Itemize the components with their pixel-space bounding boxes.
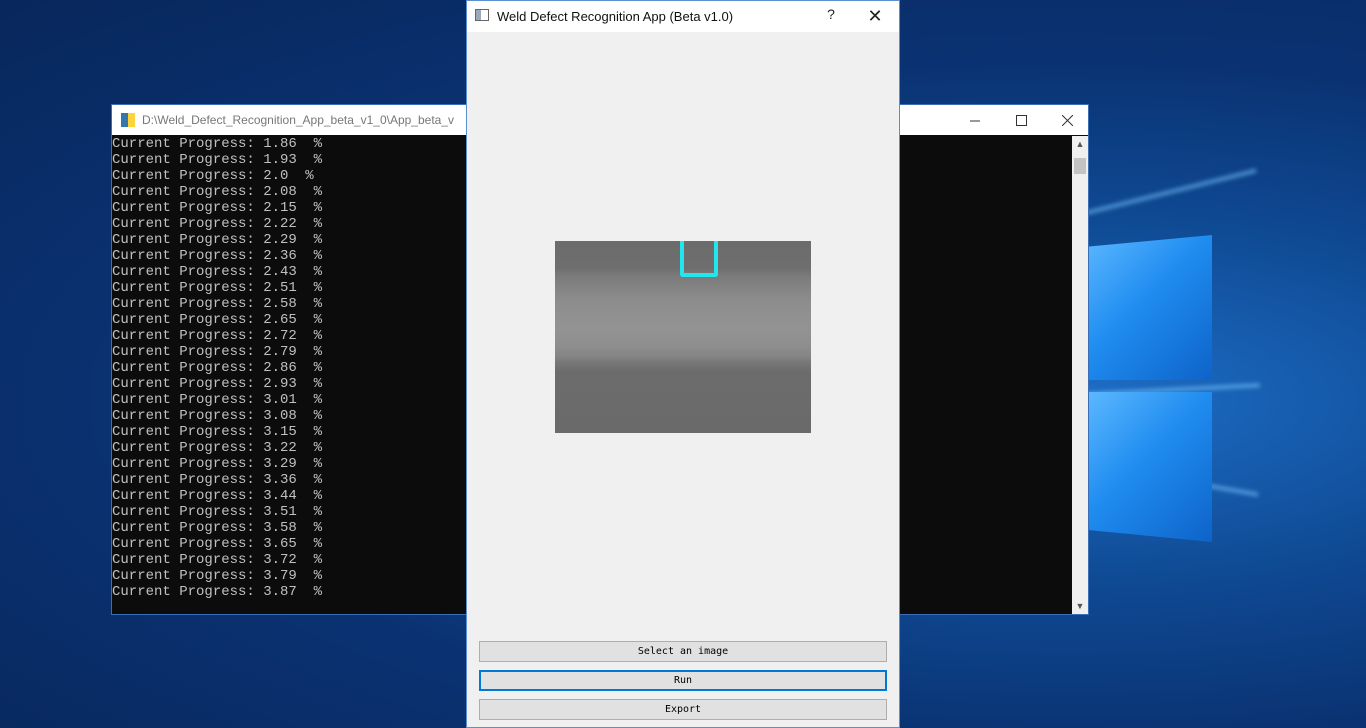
close-button[interactable] [1044,105,1090,135]
python-icon [121,113,135,127]
export-button[interactable]: Export [479,699,887,720]
logo-pane-bottom [1088,392,1212,542]
app-dialog[interactable]: Weld Defect Recognition App (Beta v1.0) … [466,0,900,728]
defect-bounding-box [680,241,718,277]
dialog-close-button[interactable]: ✕ [863,4,887,28]
help-button[interactable]: ? [819,6,843,26]
scroll-down-icon[interactable]: ▼ [1072,598,1088,614]
app-window-icon [475,9,489,21]
close-icon [1061,114,1073,126]
console-scrollbar[interactable]: ▲ ▼ [1072,136,1088,614]
minimize-button[interactable] [952,105,998,135]
console-title: D:\Weld_Defect_Recognition_App_beta_v1_0… [142,113,454,127]
scroll-thumb[interactable] [1074,158,1086,174]
maximize-icon [1015,114,1027,126]
select-image-button[interactable]: Select an image [479,641,887,662]
run-button[interactable]: Run [479,670,887,691]
weld-image-preview [555,241,811,433]
maximize-button[interactable] [998,105,1044,135]
logo-pane-top [1088,235,1212,380]
scroll-up-icon[interactable]: ▲ [1072,136,1088,152]
dialog-titlebar[interactable]: Weld Defect Recognition App (Beta v1.0) … [467,1,899,32]
dialog-title: Weld Defect Recognition App (Beta v1.0) [497,9,734,24]
minimize-icon [969,120,980,121]
